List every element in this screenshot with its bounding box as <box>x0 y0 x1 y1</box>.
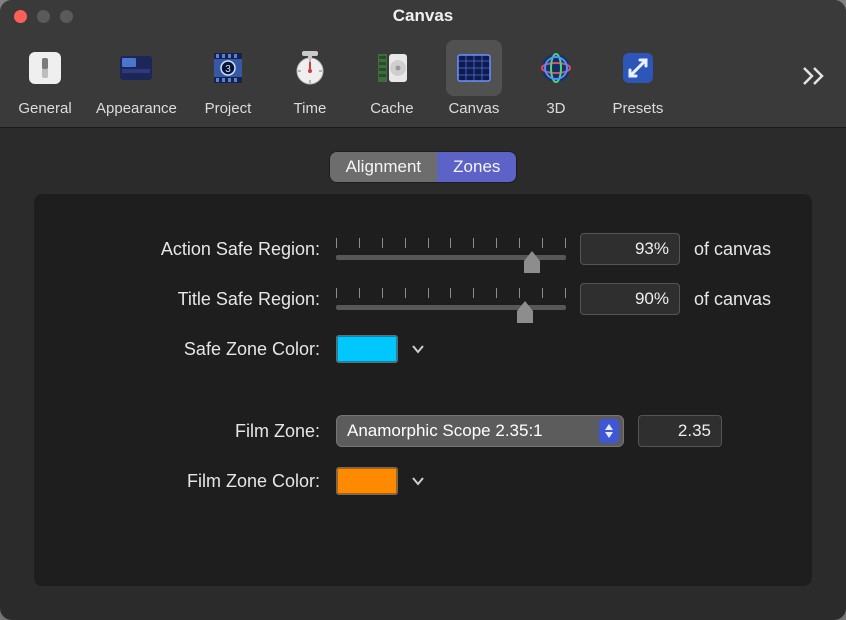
segment-alignment[interactable]: Alignment <box>330 152 438 182</box>
toolbar-item-canvas[interactable]: Canvas <box>443 40 505 117</box>
safe-zone-color-label: Safe Zone Color: <box>64 339 324 360</box>
film-zone-color-row: Film Zone Color: <box>64 462 782 500</box>
zoom-window-button[interactable] <box>60 10 73 23</box>
preferences-toolbar: General Appearance <box>0 32 846 128</box>
appearance-icon <box>108 40 164 96</box>
action-safe-value-field[interactable]: 93% <box>580 233 680 265</box>
cache-icon <box>364 40 420 96</box>
close-window-button[interactable] <box>14 10 27 23</box>
zones-panel: Action Safe Region: 93% of canvas Title … <box>34 194 812 586</box>
popup-stepper-icon <box>599 419 619 443</box>
toolbar-label: Presets <box>612 100 663 117</box>
toolbar-item-presets[interactable]: Presets <box>607 40 669 117</box>
film-zone-popup[interactable]: Anamorphic Scope 2.35:1 <box>336 415 624 447</box>
action-safe-row: Action Safe Region: 93% of canvas <box>64 230 782 268</box>
toolbar-item-time[interactable]: Time <box>279 40 341 117</box>
film-zone-row: Film Zone: Anamorphic Scope 2.35:1 2.35 <box>64 412 782 450</box>
toolbar-label: General <box>18 100 71 117</box>
toolbar-label: Project <box>205 100 252 117</box>
title-safe-value-field[interactable]: 90% <box>580 283 680 315</box>
action-safe-label: Action Safe Region: <box>64 239 324 260</box>
slider-thumb[interactable] <box>524 251 540 273</box>
alignment-zones-segmented: Alignment Zones <box>330 152 517 182</box>
toolbar-label: Appearance <box>96 100 177 117</box>
film-zone-color-popup-button[interactable] <box>412 473 424 490</box>
presets-icon <box>610 40 666 96</box>
toolbar-label: Cache <box>370 100 413 117</box>
general-icon <box>17 40 73 96</box>
minimize-window-button[interactable] <box>37 10 50 23</box>
toolbar-item-project[interactable]: 3 Project <box>197 40 259 117</box>
window-title: Canvas <box>393 6 453 26</box>
safe-zone-color-well[interactable] <box>336 335 398 363</box>
film-zone-color-well[interactable] <box>336 467 398 495</box>
film-zone-label: Film Zone: <box>64 421 324 442</box>
safe-zone-color-row: Safe Zone Color: <box>64 330 782 368</box>
safe-zone-color-popup-button[interactable] <box>412 341 424 358</box>
toolbar-label: Canvas <box>448 100 499 117</box>
window-controls <box>14 10 73 23</box>
segment-zones[interactable]: Zones <box>437 152 516 182</box>
toolbar-label: 3D <box>546 100 565 117</box>
toolbar-item-appearance[interactable]: Appearance <box>96 40 177 117</box>
toolbar-item-general[interactable]: General <box>14 40 76 117</box>
toolbar-label: Time <box>294 100 327 117</box>
action-safe-slider[interactable] <box>336 235 566 263</box>
film-zone-color-label: Film Zone Color: <box>64 471 324 492</box>
title-safe-suffix: of canvas <box>694 289 771 310</box>
time-icon <box>282 40 338 96</box>
toolbar-item-cache[interactable]: Cache <box>361 40 423 117</box>
film-zone-ratio-field[interactable]: 2.35 <box>638 415 722 447</box>
title-safe-row: Title Safe Region: 90% of canvas <box>64 280 782 318</box>
subtab-row: Alignment Zones <box>0 128 846 194</box>
title-safe-label: Title Safe Region: <box>64 289 324 310</box>
film-zone-popup-label: Anamorphic Scope 2.35:1 <box>347 421 543 441</box>
3d-icon <box>528 40 584 96</box>
toolbar-item-3d[interactable]: 3D <box>525 40 587 117</box>
project-icon: 3 <box>200 40 256 96</box>
action-safe-suffix: of canvas <box>694 239 771 260</box>
toolbar-overflow-button[interactable] <box>802 66 828 86</box>
title-safe-slider[interactable] <box>336 285 566 313</box>
preferences-window: Canvas General Appearance <box>0 0 846 620</box>
canvas-icon <box>446 40 502 96</box>
titlebar: Canvas <box>0 0 846 32</box>
slider-thumb[interactable] <box>517 301 533 323</box>
svg-text:3: 3 <box>225 64 231 75</box>
